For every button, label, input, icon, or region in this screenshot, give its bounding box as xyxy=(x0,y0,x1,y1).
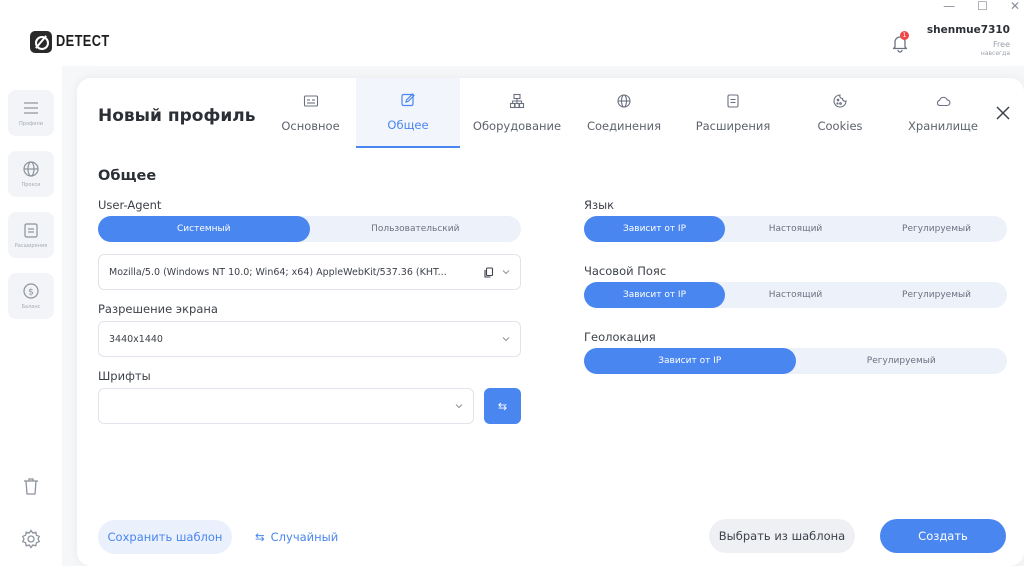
fonts-select[interactable] xyxy=(98,388,474,424)
user-agent-mode-toggle: Системный Пользовательский xyxy=(98,216,521,242)
tab-connections[interactable]: Соединения xyxy=(574,78,674,148)
timezone-toggle: Зависит от IP Настоящий Регулируемый xyxy=(584,282,1007,308)
geolocation-label: Геолокация xyxy=(584,330,656,344)
language-real-option[interactable]: Настоящий xyxy=(725,216,866,242)
chevron-down-icon xyxy=(502,270,510,275)
tab-storage[interactable]: Хранилище xyxy=(888,78,998,148)
notification-badge: 1 xyxy=(900,31,909,40)
language-label: Язык xyxy=(584,198,615,212)
user-agent-system-option[interactable]: Системный xyxy=(98,216,310,242)
tab-hardware[interactable]: Оборудование xyxy=(460,78,574,148)
sidebar-item-balance[interactable]: $ Баланс xyxy=(8,273,54,319)
timezone-custom-option[interactable]: Регулируемый xyxy=(866,282,1007,308)
logo-text: DETECT xyxy=(56,33,110,50)
tab-label: Cookies xyxy=(817,119,863,133)
resolution-value: 3440x1440 xyxy=(109,333,163,345)
tab-label: Оборудование xyxy=(472,119,562,133)
tab-label: Общее xyxy=(387,118,429,132)
sidebar-item-extensions[interactable]: Расширения xyxy=(8,212,54,258)
timezone-label: Часовой Пояс xyxy=(584,264,667,278)
random-button-label: Случайный xyxy=(270,530,339,544)
timezone-ip-option[interactable]: Зависит от IP xyxy=(584,282,725,308)
svg-text:$: $ xyxy=(28,288,34,298)
app-logo: DETECT xyxy=(30,31,123,53)
fonts-label: Шрифты xyxy=(98,369,151,383)
maximize-button[interactable]: ☐ xyxy=(977,0,988,12)
gear-icon[interactable] xyxy=(20,528,42,550)
hardware-icon xyxy=(509,93,525,109)
save-template-button[interactable]: Сохранить шаблон xyxy=(98,520,232,554)
shuffle-icon: ⇆ xyxy=(255,530,265,544)
sidebar-item-profiles[interactable]: Профили xyxy=(8,90,54,136)
cloud-icon xyxy=(936,96,951,107)
choose-template-button[interactable]: Выбрать из шаблона xyxy=(709,519,855,553)
cookie-icon xyxy=(833,94,847,108)
section-title: Общее xyxy=(98,168,157,184)
user-agent-value: Mozilla/5.0 (Windows NT 10.0; Win64; x64… xyxy=(109,266,447,278)
sidebar-item-label: Расширения xyxy=(14,243,48,249)
timezone-real-option[interactable]: Настоящий xyxy=(725,282,866,308)
create-button[interactable]: Создать xyxy=(880,519,1006,553)
globe-icon xyxy=(23,161,39,177)
resolution-label: Разрешение экрана xyxy=(98,302,218,316)
profile-tabs: Основное Общее Оборудование Соединения Р… xyxy=(265,78,998,148)
window-controls: — ☐ ✕ xyxy=(943,0,1020,12)
dollar-icon: $ xyxy=(23,283,39,299)
fonts-randomize-button[interactable]: ⇆ xyxy=(484,388,521,424)
minimize-button[interactable]: — xyxy=(943,0,955,12)
random-button[interactable]: ⇆ Случайный xyxy=(255,520,338,554)
user-agent-select[interactable]: Mozilla/5.0 (Windows NT 10.0; Win64; x64… xyxy=(98,254,521,290)
tab-general[interactable]: Общее xyxy=(356,78,460,148)
page-title: Новый профиль xyxy=(98,106,256,126)
globe-icon xyxy=(617,94,631,108)
close-icon[interactable] xyxy=(994,104,1012,122)
sidebar-item-label: Баланс xyxy=(21,304,41,310)
close-window-button[interactable]: ✕ xyxy=(1010,0,1020,12)
window-icon xyxy=(727,94,739,108)
sidebar-item-label: Прокси xyxy=(21,182,41,188)
chevron-down-icon xyxy=(455,404,463,409)
window-icon xyxy=(24,223,38,238)
user-agent-label: User-Agent xyxy=(98,198,162,212)
sidebar-item-proxy[interactable]: Прокси xyxy=(8,151,54,197)
tab-cookies[interactable]: Cookies xyxy=(792,78,888,148)
language-custom-option[interactable]: Регулируемый xyxy=(866,216,1007,242)
id-card-icon xyxy=(303,95,318,107)
sidebar-item-label: Профили xyxy=(19,121,43,127)
user-agent-custom-option[interactable]: Пользовательский xyxy=(310,216,522,242)
user-name: shenmue7310 xyxy=(926,24,1010,36)
geolocation-toggle: Зависит от IP Регулируемый xyxy=(584,348,1007,374)
copy-icon[interactable] xyxy=(483,266,494,278)
swap-icon: ⇆ xyxy=(497,399,508,413)
resolution-select[interactable]: 3440x1440 xyxy=(98,321,521,357)
tab-label: Хранилище xyxy=(908,119,978,133)
geolocation-ip-option[interactable]: Зависит от IP xyxy=(584,348,796,374)
tab-main[interactable]: Основное xyxy=(265,78,356,148)
tab-extensions[interactable]: Расширения xyxy=(674,78,792,148)
language-toggle: Зависит от IP Настоящий Регулируемый xyxy=(584,216,1007,242)
chevron-down-icon xyxy=(502,337,510,342)
logo-mark-icon xyxy=(30,31,52,53)
user-plan-note: навсегда xyxy=(980,50,1010,57)
user-account[interactable]: shenmue7310 Free навсегда xyxy=(927,24,1010,57)
language-ip-option[interactable]: Зависит от IP xyxy=(584,216,725,242)
geolocation-custom-option[interactable]: Регулируемый xyxy=(796,348,1008,374)
tab-label: Соединения xyxy=(586,119,662,133)
list-icon xyxy=(24,102,38,114)
tab-label: Расширения xyxy=(695,119,771,133)
tab-label: Основное xyxy=(281,119,340,133)
edit-icon xyxy=(401,93,415,107)
new-profile-card: Новый профиль Основное Общее Оборудовани… xyxy=(77,78,1024,566)
trash-icon[interactable] xyxy=(20,475,42,497)
user-plan: Free xyxy=(993,40,1010,49)
